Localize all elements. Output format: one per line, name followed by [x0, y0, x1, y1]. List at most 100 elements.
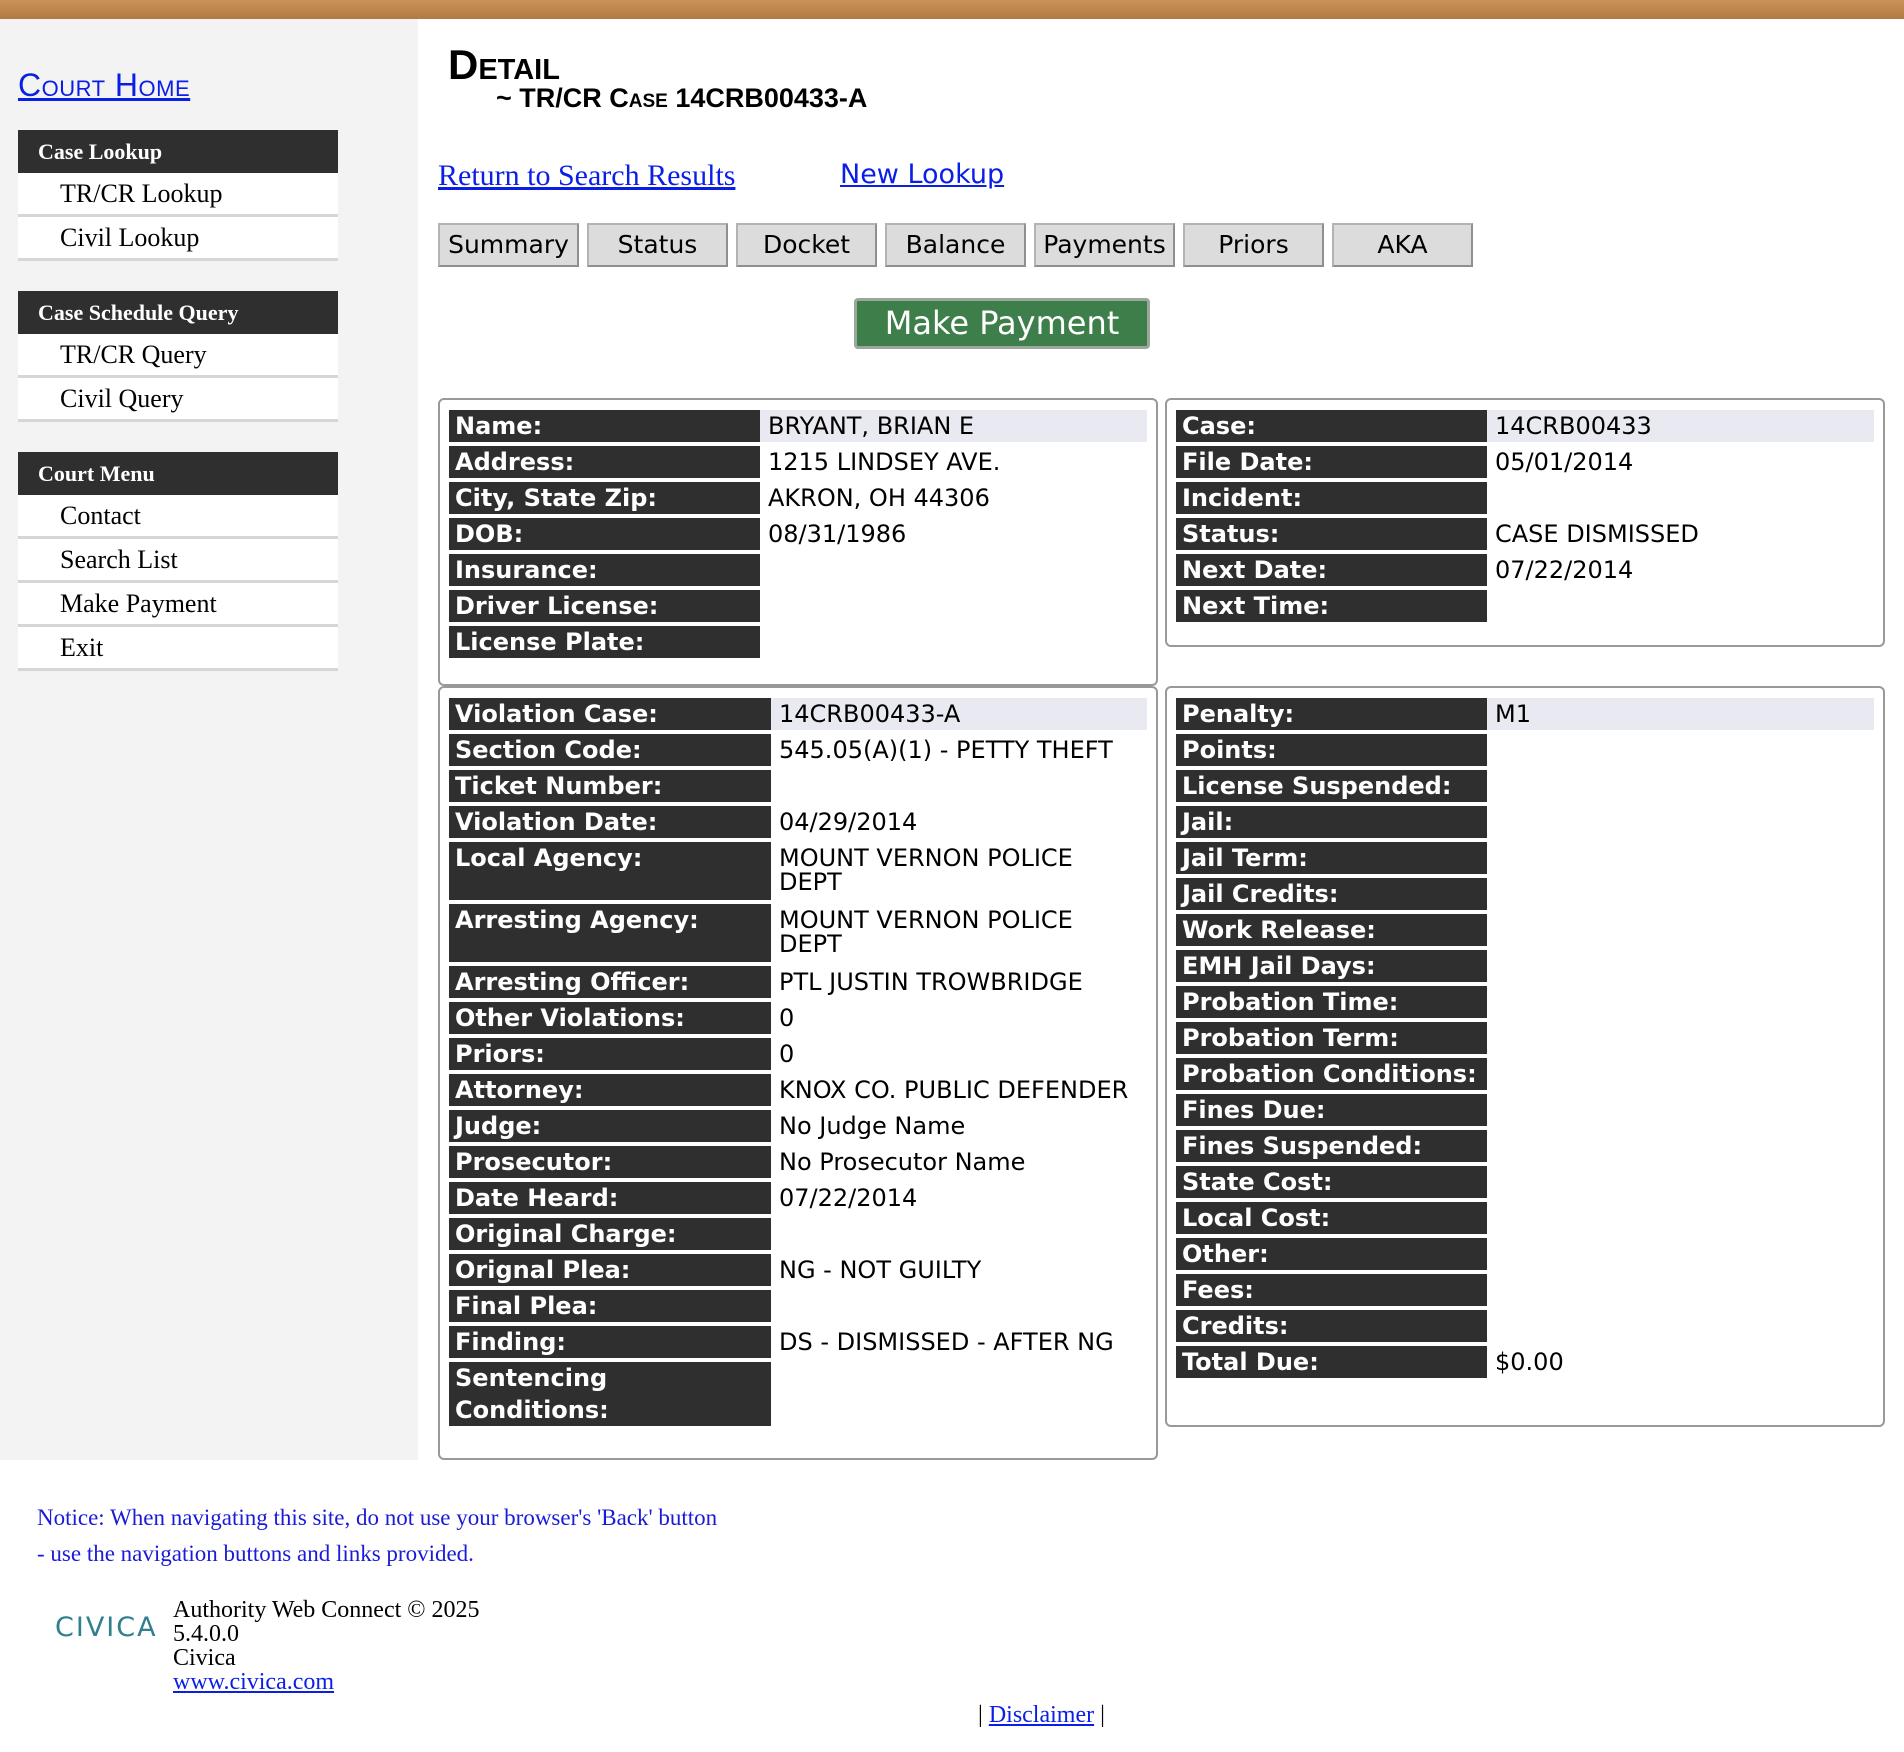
disclaimer-link[interactable]: Disclaimer — [989, 1702, 1094, 1728]
penalty-row: Fines Suspended: — [1176, 1130, 1874, 1162]
penalty-row: Probation Conditions: — [1176, 1058, 1874, 1090]
violation-field-value: KNOX CO. PUBLIC DEFENDER — [779, 1076, 1129, 1104]
case-panel: Case: 14CRB00433 File Date: 05/01/2014 Incid… — [1165, 398, 1885, 647]
violation-row: Violation Case: 14CRB00433-A — [449, 698, 1147, 730]
case-field-value: 05/01/2014 — [1495, 448, 1634, 476]
violation-panel: Violation Case: 14CRB00433-A Section Code:… — [438, 686, 1158, 1460]
violation-row: Local Agency: MOUNT VERNON POLICE DEPT — [449, 842, 1147, 900]
penalty-row: State Cost: — [1176, 1166, 1874, 1198]
case-field-label: Status: — [1176, 518, 1487, 550]
person-field-label: City, State Zip: — [449, 482, 760, 514]
violation-field-value: 04/29/2014 — [779, 808, 918, 836]
tab-priors[interactable]: Priors — [1183, 223, 1324, 267]
menu-item-make-payment[interactable]: Make Payment — [18, 583, 338, 627]
tab-status[interactable]: Status — [587, 223, 728, 267]
case-field-label: Incident: — [1176, 482, 1487, 514]
violation-field-label: Violation Case: — [449, 698, 771, 730]
violation-field-value: DS - DISMISSED - AFTER NG — [779, 1328, 1114, 1356]
menu-item-civil-lookup[interactable]: Civil Lookup — [18, 217, 338, 261]
penalty-row: Probation Term: — [1176, 1022, 1874, 1054]
tab-bar: Summary Status Docket Balance Payments P… — [438, 223, 1473, 267]
case-row: Next Date: 07/22/2014 — [1176, 554, 1874, 586]
violation-field-value: No Judge Name — [779, 1112, 966, 1140]
menu-item-search-list[interactable]: Search List — [18, 539, 338, 583]
penalty-field-value — [1487, 1310, 1874, 1342]
person-row: Address: 1215 LINDSEY AVE. — [449, 446, 1147, 478]
case-field-label: File Date: — [1176, 446, 1487, 478]
civica-website-link[interactable]: www.civica.com — [173, 1669, 334, 1695]
tab-balance[interactable]: Balance — [885, 223, 1026, 267]
violation-field-value: MOUNT VERNON POLICE DEPT — [779, 906, 1073, 958]
penalty-field-value — [1487, 986, 1874, 1018]
tab-payments[interactable]: Payments — [1034, 223, 1175, 267]
penalty-row: Jail: — [1176, 806, 1874, 838]
menu-item-trcr-lookup[interactable]: TR/CR Lookup — [18, 173, 338, 217]
top-banner — [0, 0, 1904, 19]
menu-group-case-schedule-query: Case Schedule Query TR/CR Query Civil Qu… — [18, 291, 338, 422]
penalty-field-label: Penalty: — [1176, 698, 1487, 730]
new-lookup-link[interactable]: New Lookup — [840, 159, 1004, 190]
penalty-field-label: Credits: — [1176, 1310, 1487, 1342]
penalty-row: Total Due: $0.00 — [1176, 1346, 1874, 1378]
tab-aka[interactable]: AKA — [1332, 223, 1473, 267]
penalty-field-label: State Cost: — [1176, 1166, 1487, 1198]
penalty-field-value — [1487, 806, 1874, 838]
person-row: License Plate: — [449, 626, 1147, 658]
penalty-row: License Suspended: — [1176, 770, 1874, 802]
person-field-value — [760, 590, 1147, 622]
tab-summary[interactable]: Summary — [438, 223, 579, 267]
person-field-label: Address: — [449, 446, 760, 478]
tab-docket[interactable]: Docket — [736, 223, 877, 267]
violation-row: Ticket Number: — [449, 770, 1147, 802]
penalty-field-value — [1487, 770, 1874, 802]
court-home-link[interactable]: Court Home — [18, 67, 190, 104]
violation-field-label: Priors: — [449, 1038, 771, 1070]
case-row: Next Time: — [1176, 590, 1874, 622]
penalty-field-value — [1487, 1130, 1874, 1162]
penalty-field-label: Local Cost: — [1176, 1202, 1487, 1234]
menu-item-exit[interactable]: Exit — [18, 627, 338, 671]
menu-item-contact[interactable]: Contact — [18, 495, 338, 539]
violation-row: Judge: No Judge Name — [449, 1110, 1147, 1142]
person-field-value: BRYANT, BRIAN E — [760, 410, 1147, 442]
menu-item-civil-query[interactable]: Civil Query — [18, 378, 338, 422]
person-field-label: License Plate: — [449, 626, 760, 658]
penalty-field-label: Jail: — [1176, 806, 1487, 838]
penalty-field-value — [1487, 878, 1874, 910]
person-field-value: AKRON, OH 44306 — [768, 484, 990, 512]
page-title: Detail — [448, 41, 560, 88]
penalty-field-value — [1487, 914, 1874, 946]
return-to-search-results-link[interactable]: Return to Search Results — [438, 159, 735, 193]
violation-row: Finding: DS - DISMISSED - AFTER NG — [449, 1326, 1147, 1358]
case-row: Incident: — [1176, 482, 1874, 514]
penalty-row: Points: — [1176, 734, 1874, 766]
penalty-field-label: Fines Due: — [1176, 1094, 1487, 1126]
penalty-field-value — [1487, 1202, 1874, 1234]
case-row: Case: 14CRB00433 — [1176, 410, 1874, 442]
penalty-field-label: Other: — [1176, 1238, 1487, 1270]
case-field-label: Next Time: — [1176, 590, 1487, 622]
violation-row: Original Charge: — [449, 1218, 1147, 1250]
violation-field-label: Judge: — [449, 1110, 771, 1142]
penalty-field-label: Jail Credits: — [1176, 878, 1487, 910]
make-payment-button[interactable]: Make Payment — [854, 298, 1150, 349]
violation-row: Section Code: 545.05(A)(1) - PETTY THEFT — [449, 734, 1147, 766]
person-field-value: 08/31/1986 — [768, 520, 907, 548]
person-row: Driver License: — [449, 590, 1147, 622]
violation-field-label: Attorney: — [449, 1074, 771, 1106]
penalty-field-label: License Suspended: — [1176, 770, 1487, 802]
penalty-field-label: Probation Term: — [1176, 1022, 1487, 1054]
violation-field-label: Final Plea: — [449, 1290, 771, 1322]
penalty-row: Jail Term: — [1176, 842, 1874, 874]
penalty-field-value — [1487, 1238, 1874, 1270]
penalty-field-value: $0.00 — [1495, 1348, 1564, 1376]
violation-field-label: Date Heard: — [449, 1182, 771, 1214]
penalty-field-label: Probation Conditions: — [1176, 1058, 1487, 1090]
menu-item-trcr-query[interactable]: TR/CR Query — [18, 334, 338, 378]
violation-row: Prosecutor: No Prosecutor Name — [449, 1146, 1147, 1178]
penalty-panel: Penalty: M1 Points: License Suspended: Jail:… — [1165, 686, 1885, 1427]
penalty-field-label: Fees: — [1176, 1274, 1487, 1306]
violation-field-value — [771, 1218, 1147, 1250]
civica-logo: CIVICA — [55, 1612, 158, 1643]
person-field-value: 1215 LINDSEY AVE. — [768, 448, 1001, 476]
